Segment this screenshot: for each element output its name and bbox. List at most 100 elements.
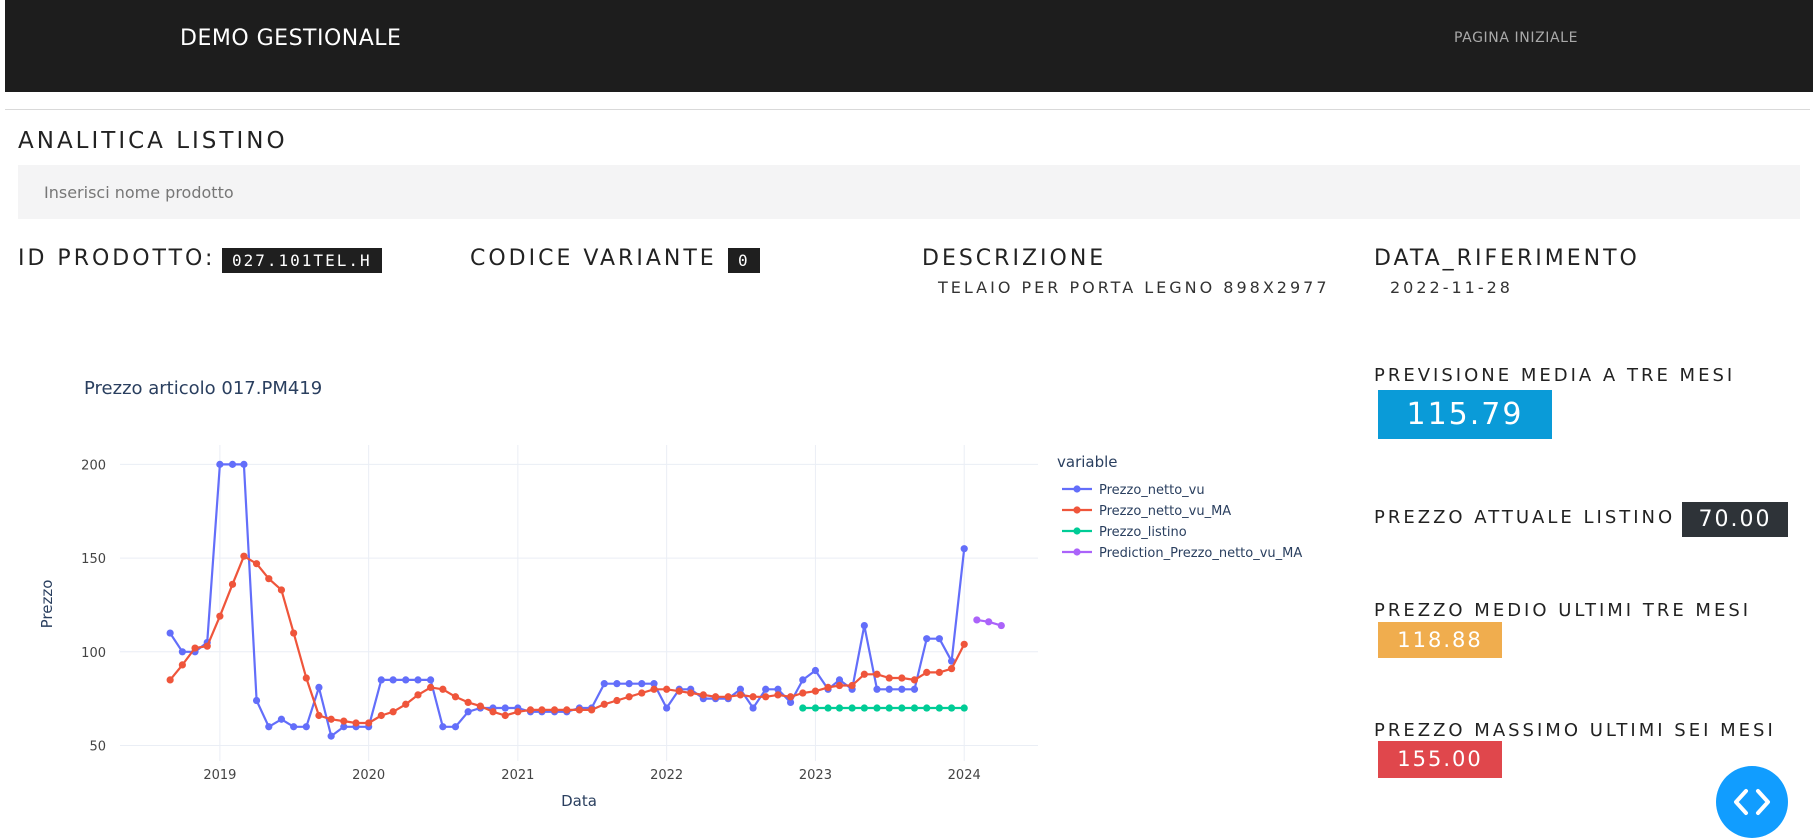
product-search-input[interactable] — [18, 165, 1800, 219]
data-point — [563, 706, 571, 714]
data-point — [216, 612, 224, 620]
data-point — [860, 621, 868, 630]
data-point — [724, 693, 732, 701]
data-point — [464, 708, 472, 716]
data-point — [451, 723, 460, 731]
data-point — [898, 674, 906, 682]
data-point — [923, 635, 931, 643]
legend-swatch-marker — [1073, 506, 1081, 514]
data-point — [489, 708, 497, 716]
data-point — [427, 676, 435, 684]
data-point — [935, 635, 943, 643]
data-point — [501, 704, 509, 712]
data-point — [687, 689, 695, 697]
reference-date-value: 2022-11-28 — [1390, 278, 1513, 297]
data-point — [252, 696, 261, 705]
data-point — [216, 460, 224, 468]
legend-entry: Prezzo_listino — [1099, 525, 1187, 540]
product-id-badge: 027.101TEL.H — [222, 248, 382, 273]
divider — [5, 109, 1810, 110]
data-point — [352, 719, 360, 727]
data-point — [625, 693, 633, 701]
data-point — [476, 702, 484, 710]
data-point — [600, 680, 608, 688]
series-line — [169, 555, 966, 725]
x-axis-label: Data — [561, 792, 597, 810]
data-point — [923, 668, 931, 677]
data-point — [402, 700, 410, 708]
data-point — [762, 693, 770, 701]
data-point — [377, 676, 385, 684]
data-point — [451, 693, 460, 701]
code-brackets-icon — [1734, 789, 1770, 815]
data-point — [985, 618, 993, 626]
data-point — [414, 691, 422, 699]
data-point — [327, 715, 335, 723]
y-axis-label: Prezzo — [38, 580, 56, 629]
variant-code-label: CODICE VARIANTE — [470, 246, 717, 271]
data-point — [191, 644, 199, 652]
data-point — [799, 689, 807, 697]
y-tick-label: 150 — [81, 552, 106, 567]
x-tick-label: 2019 — [203, 768, 236, 783]
data-point — [427, 683, 435, 692]
data-point — [290, 629, 298, 637]
data-point — [613, 680, 621, 688]
data-point — [811, 666, 820, 675]
data-point — [228, 580, 237, 588]
brand-link[interactable]: DEMO GESTIONALE — [180, 26, 401, 51]
data-point — [514, 708, 522, 716]
data-point — [824, 683, 832, 692]
page-title: ANALITICA LISTINO — [18, 128, 288, 154]
price-chart[interactable]: Prezzo articolo 017.PM419 50 100 150 200 2019… — [0, 355, 1360, 815]
data-point — [550, 706, 559, 714]
data-point — [935, 668, 943, 677]
data-point — [166, 676, 174, 684]
data-point — [860, 704, 868, 712]
data-point — [240, 460, 248, 468]
home-page-link[interactable]: PAGINA INIZIALE — [1454, 30, 1578, 46]
data-point — [501, 711, 509, 720]
data-point — [663, 685, 671, 693]
legend-entry: Prezzo_netto_vu_MA — [1099, 504, 1231, 519]
data-point — [600, 700, 608, 708]
data-point — [538, 706, 546, 714]
data-point — [910, 676, 919, 684]
data-point — [860, 670, 868, 678]
x-tick-label: 2020 — [352, 768, 385, 783]
data-point — [885, 674, 893, 682]
data-point — [811, 687, 820, 695]
data-point — [973, 616, 981, 624]
data-point — [960, 545, 968, 553]
data-point — [638, 689, 646, 697]
data-point — [464, 698, 472, 706]
data-point — [824, 704, 832, 712]
x-tick-label: 2021 — [501, 768, 534, 783]
data-point — [774, 691, 782, 699]
data-point — [835, 681, 844, 690]
data-point — [711, 693, 720, 701]
data-point — [835, 704, 844, 712]
legend-swatch-marker — [1073, 485, 1081, 493]
data-point — [799, 704, 807, 712]
data-point — [613, 696, 621, 705]
data-point — [910, 685, 919, 693]
code-toggle-button[interactable] — [1716, 766, 1788, 838]
forecast-label: PREVISIONE MEDIA A TRE MESI — [1374, 365, 1736, 386]
description-value: TELAIO PER PORTA LEGNO 898X2977 — [938, 278, 1330, 297]
data-point — [811, 704, 820, 712]
legend-entry: Prediction_Prezzo_netto_vu_MA — [1099, 546, 1302, 561]
avg3-value-badge: 118.88 — [1378, 622, 1502, 658]
data-point — [638, 680, 646, 688]
data-point — [947, 704, 956, 712]
data-point — [166, 629, 174, 637]
data-point — [736, 691, 745, 699]
data-point — [885, 685, 893, 693]
legend-entry: Prezzo_netto_vu — [1099, 483, 1205, 498]
data-point — [265, 723, 273, 731]
data-point — [402, 676, 410, 684]
reference-date-label: DATA_RIFERIMENTO — [1374, 246, 1640, 271]
data-point — [526, 706, 535, 714]
data-point — [898, 704, 906, 712]
data-point — [277, 586, 286, 594]
